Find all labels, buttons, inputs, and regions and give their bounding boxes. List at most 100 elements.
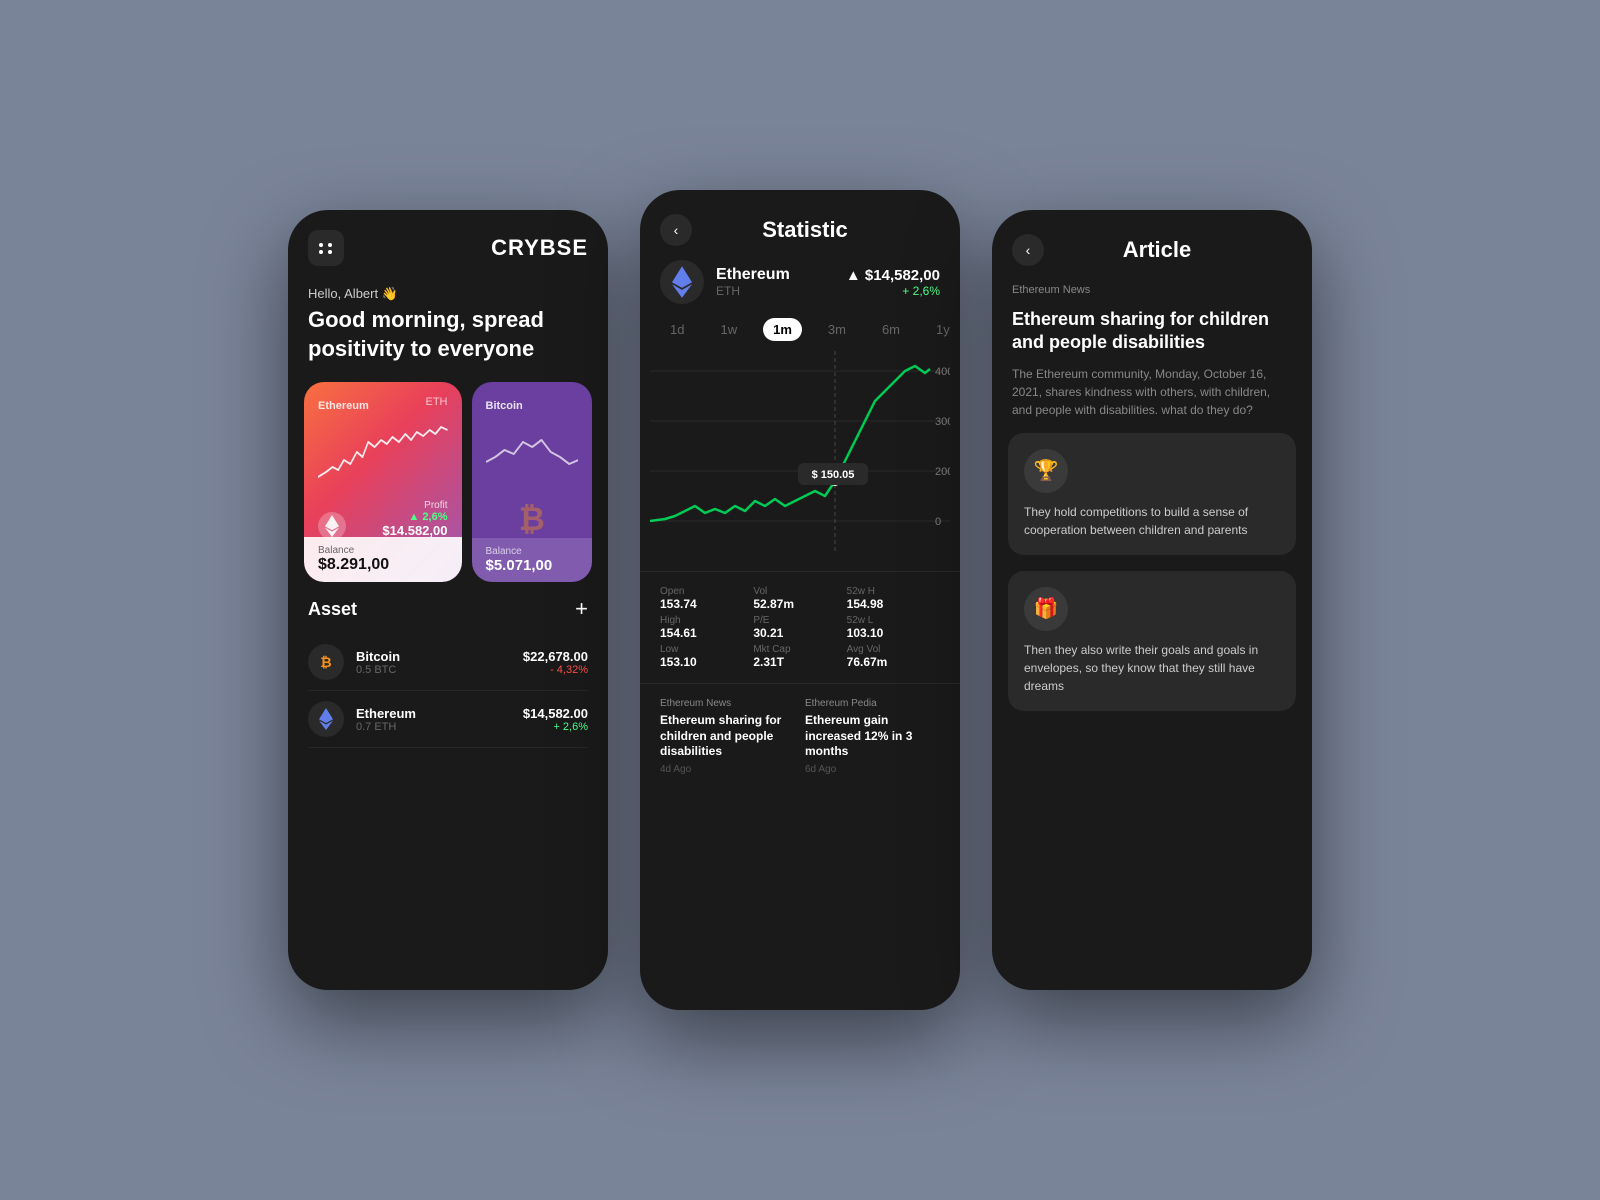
- article-headline: Ethereum sharing for children and people…: [992, 304, 1312, 365]
- tab-6m[interactable]: 6m: [872, 318, 910, 341]
- tab-1d[interactable]: 1d: [660, 318, 694, 341]
- tab-1m[interactable]: 1m: [763, 318, 802, 341]
- article-back-icon: ‹: [1026, 242, 1031, 258]
- app-logo: CRYBSE: [491, 235, 588, 261]
- btc-card-label: Bitcoin: [486, 400, 523, 412]
- eth-info: Ethereum 0.7 ETH: [356, 706, 416, 733]
- stat-vol: Vol 52.87m: [753, 586, 846, 611]
- eth-card-label: Ethereum: [318, 400, 369, 412]
- article-card-2: 🎁 Then they also write their goals and g…: [1008, 571, 1296, 711]
- asset-title: Asset: [308, 599, 357, 620]
- svg-text:200: 200: [935, 466, 950, 478]
- phone-statistic: ‹ Statistic Ethereum ETH ▲ $14,582,00 + …: [640, 190, 960, 1010]
- article-body: The Ethereum community, Monday, October …: [992, 365, 1312, 433]
- news-headline-1: Ethereum sharing for children and people…: [660, 713, 795, 760]
- news-headline-2: Ethereum gain increased 12% in 3 months: [805, 713, 940, 760]
- btc-icon: ₿: [308, 644, 344, 680]
- news-source-2: Ethereum Pedia: [805, 698, 940, 709]
- news-row: Ethereum News Ethereum sharing for child…: [640, 683, 960, 785]
- eth-card-ticker: ETH: [426, 396, 448, 408]
- btc-balance-val: $5.071,00: [486, 557, 579, 574]
- gift-icon: 🎁: [1024, 587, 1068, 631]
- eth-balance-label: Balance: [318, 545, 448, 556]
- btc-card[interactable]: Bitcoin ₿ Balance $5.071,00: [472, 382, 593, 582]
- btc-chart: [486, 422, 579, 492]
- btc-info: Bitcoin 0.5 BTC: [356, 649, 400, 676]
- stat-high: High 154.61: [660, 615, 753, 640]
- coin-change: + 2,6%: [846, 284, 940, 298]
- eth-chart: [318, 422, 448, 492]
- eth-name: Ethereum: [356, 706, 416, 721]
- asset-item-eth[interactable]: Ethereum 0.7 ETH $14,582.00 + 2,6%: [308, 691, 588, 748]
- phone-home: CRYBSE Hello, Albert 👋 Good morning, spr…: [288, 210, 608, 990]
- asset-header: Asset +: [308, 596, 588, 622]
- btc-balance-label: Balance: [486, 546, 579, 557]
- eth-logo: [660, 260, 704, 304]
- coin-details: Ethereum ETH: [716, 266, 790, 298]
- btc-change: - 4,32%: [523, 664, 588, 676]
- btc-sub: 0.5 BTC: [356, 664, 400, 676]
- stat-avgvol: Avg Vol 76.67m: [847, 644, 940, 669]
- tab-3m[interactable]: 3m: [818, 318, 856, 341]
- eth-balance-val: $8.291,00: [318, 556, 448, 574]
- stats-grid: Open 153.74 Vol 52.87m 52w H 154.98 High…: [640, 571, 960, 683]
- trophy-icon: 🏆: [1024, 449, 1068, 493]
- article-card-1: 🏆 They hold competitions to build a sens…: [1008, 433, 1296, 555]
- btc-price: $22,678.00: [523, 649, 588, 664]
- statistic-header: ‹ Statistic: [640, 190, 960, 260]
- statistic-title: Statistic: [702, 217, 908, 243]
- crypto-cards-row: Ethereum ETH Profit ▲ 2,6% $14.582,00: [288, 368, 608, 596]
- news-source-1: Ethereum News: [660, 698, 795, 709]
- coin-ticker: ETH: [716, 284, 790, 298]
- menu-button[interactable]: [308, 230, 344, 266]
- home-header: CRYBSE: [288, 210, 608, 276]
- time-tabs: 1d 1w 1m 3m 6m 1y: [640, 318, 960, 341]
- btc-name: Bitcoin: [356, 649, 400, 664]
- eth-card[interactable]: Ethereum ETH Profit ▲ 2,6% $14.582,00: [304, 382, 462, 582]
- asset-section: Asset + ₿ Bitcoin 0.5 BTC $22,678.00 - 4…: [288, 596, 608, 748]
- coin-price-right: ▲ $14,582,00 + 2,6%: [846, 267, 940, 298]
- article-card-1-text: They hold competitions to build a sense …: [1024, 503, 1280, 539]
- btc-balance-section: Balance $5.071,00: [472, 538, 593, 582]
- stat-52wl: 52w L 103.10: [847, 615, 940, 640]
- asset-item-btc[interactable]: ₿ Bitcoin 0.5 BTC $22,678.00 - 4,32%: [308, 634, 588, 691]
- eth-change: + 2,6%: [523, 721, 588, 733]
- stat-pe: P/E 30.21: [753, 615, 846, 640]
- stat-open: Open 153.74: [660, 586, 753, 611]
- phone-article: ‹ Article Ethereum News Ethereum sharing…: [992, 210, 1312, 990]
- news-time-1: 4d Ago: [660, 764, 795, 775]
- article-card-2-text: Then they also write their goals and goa…: [1024, 641, 1280, 695]
- phones-container: CRYBSE Hello, Albert 👋 Good morning, spr…: [288, 190, 1312, 1010]
- stat-mktcap: Mkt Cap 2.31T: [753, 644, 846, 669]
- btc-price-right: $22,678.00 - 4,32%: [523, 649, 588, 676]
- svg-text:400: 400: [935, 366, 950, 378]
- eth-info-row: Ethereum ETH ▲ $14,582,00 + 2,6%: [640, 260, 960, 318]
- article-back-button[interactable]: ‹: [1012, 234, 1044, 266]
- greeting-hello: Hello, Albert 👋: [308, 286, 588, 302]
- stat-52wh: 52w H 154.98: [847, 586, 940, 611]
- back-arrow-icon: ‹: [674, 222, 679, 238]
- eth-balance-section: Balance $8.291,00: [304, 537, 462, 582]
- greeting-section: Hello, Albert 👋 Good morning, spread pos…: [288, 276, 608, 368]
- add-asset-button[interactable]: +: [575, 596, 588, 622]
- news-item-2[interactable]: Ethereum Pedia Ethereum gain increased 1…: [805, 698, 940, 775]
- news-item-1[interactable]: Ethereum News Ethereum sharing for child…: [660, 698, 795, 775]
- svg-text:300: 300: [935, 416, 950, 428]
- profit-label: Profit: [318, 500, 448, 511]
- back-button[interactable]: ‹: [660, 214, 692, 246]
- stat-low: Low 153.10: [660, 644, 753, 669]
- eth-icon: [308, 701, 344, 737]
- svg-text:$ 150.05: $ 150.05: [812, 469, 855, 481]
- coin-name: Ethereum: [716, 266, 790, 284]
- price-chart: 400 300 200 0 $ 150.05: [640, 351, 960, 571]
- eth-price-right: $14,582.00 + 2,6%: [523, 706, 588, 733]
- tab-1y[interactable]: 1y: [926, 318, 960, 341]
- tab-1w[interactable]: 1w: [710, 318, 747, 341]
- coin-price: ▲ $14,582,00: [846, 267, 940, 284]
- svg-text:0: 0: [935, 516, 941, 528]
- article-meta: Ethereum News: [992, 280, 1312, 304]
- article-header: ‹ Article: [992, 210, 1312, 280]
- eth-sub: 0.7 ETH: [356, 721, 416, 733]
- news-time-2: 6d Ago: [805, 764, 940, 775]
- eth-price: $14,582.00: [523, 706, 588, 721]
